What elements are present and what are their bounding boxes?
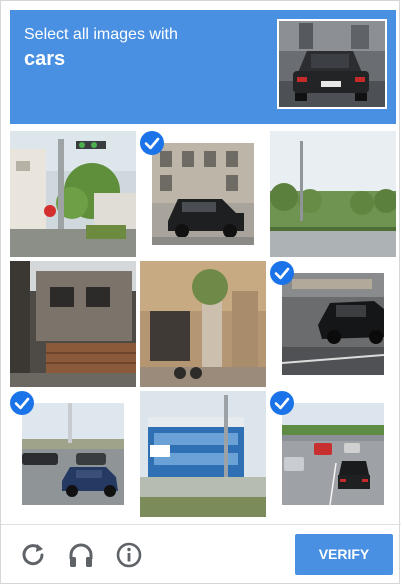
audio-headphones-icon[interactable] xyxy=(65,539,97,571)
image-tile[interactable] xyxy=(10,131,136,257)
tile-image xyxy=(140,261,266,387)
tile-image xyxy=(270,131,396,257)
captcha-dialog: Select all images with cars VERIFY xyxy=(0,0,401,584)
sample-image xyxy=(277,19,387,109)
target-object-text: cars xyxy=(24,48,66,70)
footer-divider xyxy=(1,524,401,525)
tile-image xyxy=(10,261,136,387)
image-tile[interactable] xyxy=(270,131,396,257)
refresh-icon[interactable] xyxy=(17,539,49,571)
image-tile[interactable] xyxy=(140,261,266,387)
tile-image xyxy=(282,273,384,375)
image-tile[interactable] xyxy=(270,391,396,517)
selected-check-icon xyxy=(270,391,294,415)
tile-image xyxy=(10,131,136,257)
instruction-text: Select all images with xyxy=(24,26,178,43)
tile-image xyxy=(140,391,266,517)
tile-image xyxy=(282,403,384,505)
image-tile[interactable] xyxy=(140,131,266,257)
tile-image xyxy=(22,403,124,505)
image-grid xyxy=(10,131,396,517)
verify-button[interactable]: VERIFY xyxy=(295,534,393,575)
selected-check-icon xyxy=(140,131,164,155)
tile-image xyxy=(152,143,254,245)
image-tile[interactable] xyxy=(10,261,136,387)
challenge-header: Select all images with cars xyxy=(10,10,396,124)
selected-check-icon xyxy=(270,261,294,285)
image-tile[interactable] xyxy=(10,391,136,517)
selected-check-icon xyxy=(10,391,34,415)
image-tile[interactable] xyxy=(270,261,396,387)
info-icon[interactable] xyxy=(113,539,145,571)
image-tile[interactable] xyxy=(140,391,266,517)
